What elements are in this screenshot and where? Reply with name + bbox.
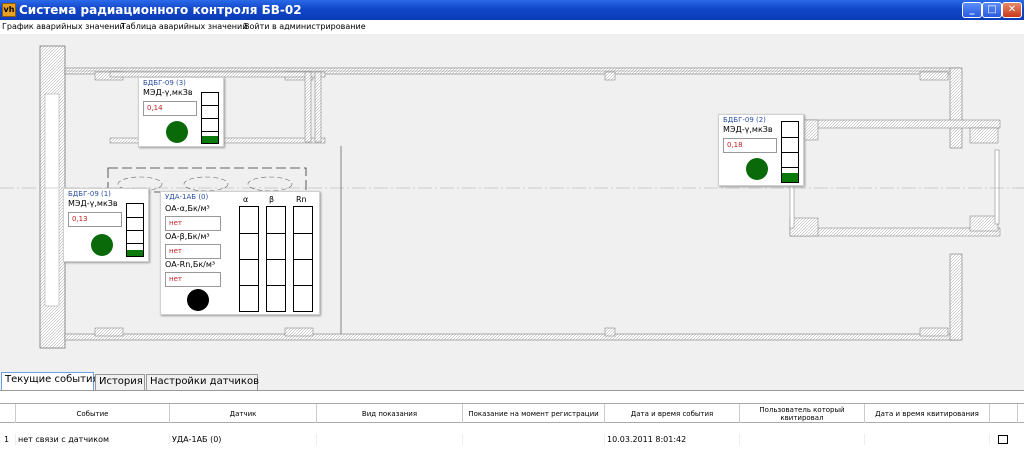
gauge-head-beta: β xyxy=(269,195,275,204)
sensor-value: 0,14 xyxy=(143,101,197,116)
status-indicator xyxy=(166,121,188,143)
alpha-gauge xyxy=(239,206,259,312)
oa-alpha-value: нет xyxy=(165,216,221,231)
tab-strip: Текущие события История Настройки датчик… xyxy=(0,372,1024,390)
sensor-panel-uda[interactable]: УДА-1АБ (0) ОА-α,Бк/м³ нет ОА-β,Бк/м³ не… xyxy=(160,191,320,315)
cell-user xyxy=(740,434,865,445)
events-table: Событие Датчик Вид показания Показание н… xyxy=(0,390,1024,476)
sensor-title: УДА-1АБ (0) xyxy=(165,193,209,201)
status-indicator xyxy=(91,234,113,256)
maximize-button[interactable]: □ xyxy=(982,2,1002,18)
oa-beta-label: ОА-β,Бк/м³ xyxy=(165,232,210,241)
floor-plan: БДБГ-09 (3) МЭД-γ,мкЗв 0,14 БДБГ-09 (1) … xyxy=(0,34,1024,372)
row-number: 1 xyxy=(4,434,16,445)
menu-item-alarm-chart[interactable]: График аварийных значений xyxy=(2,20,125,34)
oa-alpha-label: ОА-α,Бк/м³ xyxy=(165,204,210,213)
cell-event: нет связи с датчиком xyxy=(18,434,170,445)
gauge-head-alpha: α xyxy=(243,195,249,204)
beta-gauge xyxy=(266,206,286,312)
sensor-panel-bdbg3[interactable]: БДБГ-09 (3) МЭД-γ,мкЗв 0,14 xyxy=(138,77,224,147)
tab-sensor-settings[interactable]: Настройки датчиков xyxy=(146,374,259,390)
oa-rn-value: нет xyxy=(165,272,221,287)
sensor-title: БДБГ-09 (1) xyxy=(68,190,111,198)
level-gauge xyxy=(126,203,144,257)
status-indicator xyxy=(187,289,209,311)
sensor-panel-bdbg1[interactable]: БДБГ-09 (1) МЭД-γ,мкЗв 0,13 xyxy=(63,188,149,262)
sensor-label: МЭД-γ,мкЗв xyxy=(723,125,773,134)
sensor-title: БДБГ-09 (2) xyxy=(723,116,766,124)
cell-kind xyxy=(317,434,463,445)
cell-reading xyxy=(463,434,605,445)
ack-checkbox[interactable] xyxy=(998,435,1008,444)
oa-rn-label: ОА-Rn,Бк/м³ xyxy=(165,260,216,269)
menu-item-alarm-table[interactable]: Таблица аварийных значений xyxy=(121,20,247,34)
tab-current-events[interactable]: Текущие события xyxy=(1,372,99,390)
gauge-head-rn: Rn xyxy=(296,195,307,204)
app-icon: vh xyxy=(2,3,16,17)
minimize-button[interactable]: _ xyxy=(962,2,982,18)
sensor-label: МЭД-γ,мкЗв xyxy=(68,199,118,208)
level-gauge xyxy=(781,121,799,183)
sensor-title: БДБГ-09 (3) xyxy=(143,79,186,87)
header-reading[interactable]: Показание на момент регистрации xyxy=(463,404,605,423)
status-indicator xyxy=(746,158,768,180)
title-bar: vh Система радиационного контроля БВ-02 … xyxy=(0,0,1024,20)
cell-sensor: УДА-1АБ (0) xyxy=(172,434,317,445)
header-sensor[interactable]: Датчик xyxy=(170,404,317,423)
table-header: Событие Датчик Вид показания Показание н… xyxy=(0,403,1024,423)
oa-beta-value: нет xyxy=(165,244,221,259)
rn-gauge xyxy=(293,206,313,312)
header-user[interactable]: Пользователь который квитировал xyxy=(740,404,865,423)
header-event[interactable]: Событие xyxy=(16,404,170,423)
sensor-panel-bdbg2[interactable]: БДБГ-09 (2) МЭД-γ,мкЗв 0,18 xyxy=(718,114,804,186)
window-title: Система радиационного контроля БВ-02 xyxy=(19,3,302,17)
table-row[interactable]: 1 нет связи с датчиком УДА-1АБ (0) 10.03… xyxy=(0,434,1024,445)
header-kind[interactable]: Вид показания xyxy=(317,404,463,423)
header-ack-time[interactable]: Дата и время квитирования xyxy=(865,404,990,423)
tab-history[interactable]: История xyxy=(95,374,145,390)
level-gauge xyxy=(201,92,219,144)
cell-datetime: 10.03.2011 8:01:42 xyxy=(607,434,740,445)
cell-ack-time xyxy=(865,434,990,445)
close-button[interactable]: ✕ xyxy=(1002,2,1022,18)
menu-bar: График аварийных значений Таблица аварий… xyxy=(0,20,1024,34)
header-rownum xyxy=(0,404,16,423)
menu-item-admin-login[interactable]: Войти в администрирование xyxy=(244,20,366,34)
sensor-label: МЭД-γ,мкЗв xyxy=(143,88,193,97)
sensor-value: 0,13 xyxy=(68,212,122,227)
sensor-value: 0,18 xyxy=(723,138,777,153)
header-datetime[interactable]: Дата и время события xyxy=(605,404,740,423)
header-ack xyxy=(990,404,1018,423)
